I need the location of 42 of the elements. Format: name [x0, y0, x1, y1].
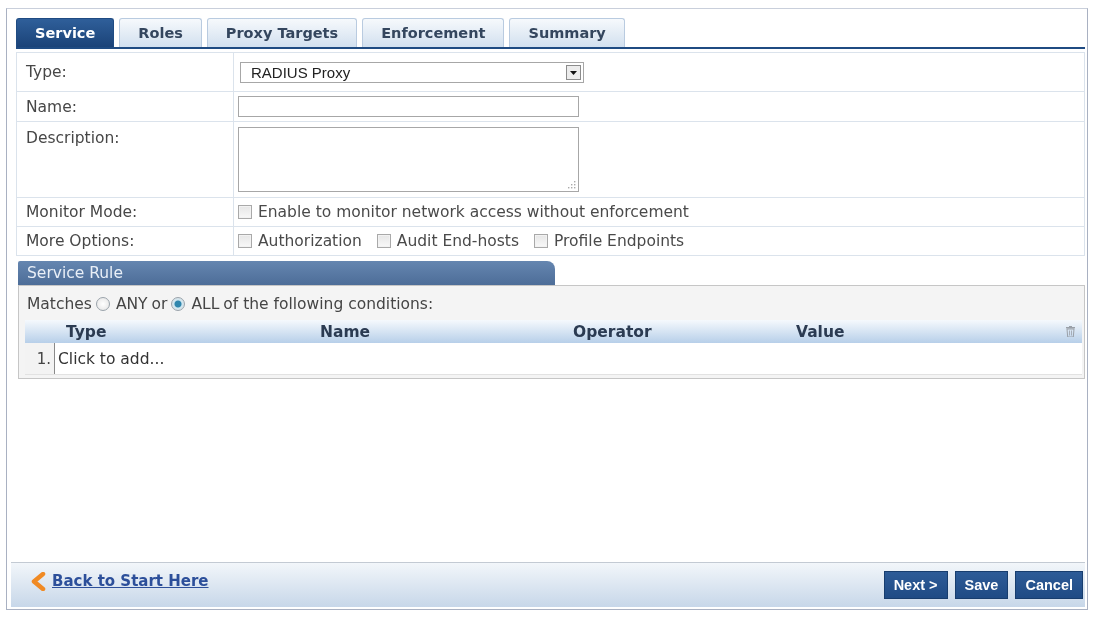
tab[interactable]: Summary: [509, 18, 625, 47]
checkbox-label: Authorization: [258, 232, 362, 250]
checkbox-label: Audit End-hosts: [396, 232, 519, 250]
tab[interactable]: Proxy Targets: [206, 18, 358, 47]
match-text: or: [151, 295, 168, 313]
column-header: Value: [795, 322, 846, 341]
field-label: More Options:: [26, 232, 135, 250]
radio-label: ALL: [191, 295, 220, 313]
type-select[interactable]: RADIUS Proxy: [240, 61, 584, 83]
description-field[interactable]: [238, 127, 579, 192]
radio-label: ANY: [115, 295, 148, 313]
section-header: Service Rule: [18, 261, 555, 285]
match-text: Matches: [27, 295, 92, 313]
field-label: Type:: [26, 63, 67, 81]
column-header: Type: [65, 322, 108, 341]
radio-button[interactable]: [95, 297, 110, 311]
checkbox[interactable]: [376, 234, 391, 248]
field-label: Name:: [26, 97, 77, 116]
tab[interactable]: Service: [16, 18, 115, 47]
action-button[interactable]: Save: [954, 571, 1009, 599]
row-number: 1.: [25, 343, 55, 374]
checkbox-label: Profile Endpoints: [554, 232, 685, 250]
checkbox[interactable]: [534, 234, 548, 248]
chevron-left-icon: [29, 571, 48, 591]
action-button[interactable]: Cancel: [1015, 571, 1083, 599]
checkbox[interactable]: [238, 205, 252, 219]
tab[interactable]: Roles: [119, 18, 202, 47]
trash-icon[interactable]: [1065, 326, 1075, 337]
match-text: of the following conditions:: [223, 295, 434, 313]
checkbox[interactable]: [238, 234, 252, 248]
field-label: Monitor Mode:: [26, 203, 138, 221]
resize-grip-icon[interactable]: [568, 181, 576, 189]
action-button[interactable]: Next >: [883, 571, 948, 599]
column-header: Name: [319, 322, 372, 341]
add-condition-row[interactable]: Click to add...: [55, 343, 1082, 374]
back-link[interactable]: Back to Start Here: [29, 571, 209, 591]
field-label: Description:: [26, 129, 120, 147]
tab[interactable]: Enforcement: [362, 18, 505, 47]
radio-button[interactable]: [171, 297, 186, 311]
name-field[interactable]: [238, 96, 579, 117]
column-header: Operator: [572, 322, 653, 341]
checkbox-label: Enable to monitor network access without enforcement: [258, 203, 689, 221]
